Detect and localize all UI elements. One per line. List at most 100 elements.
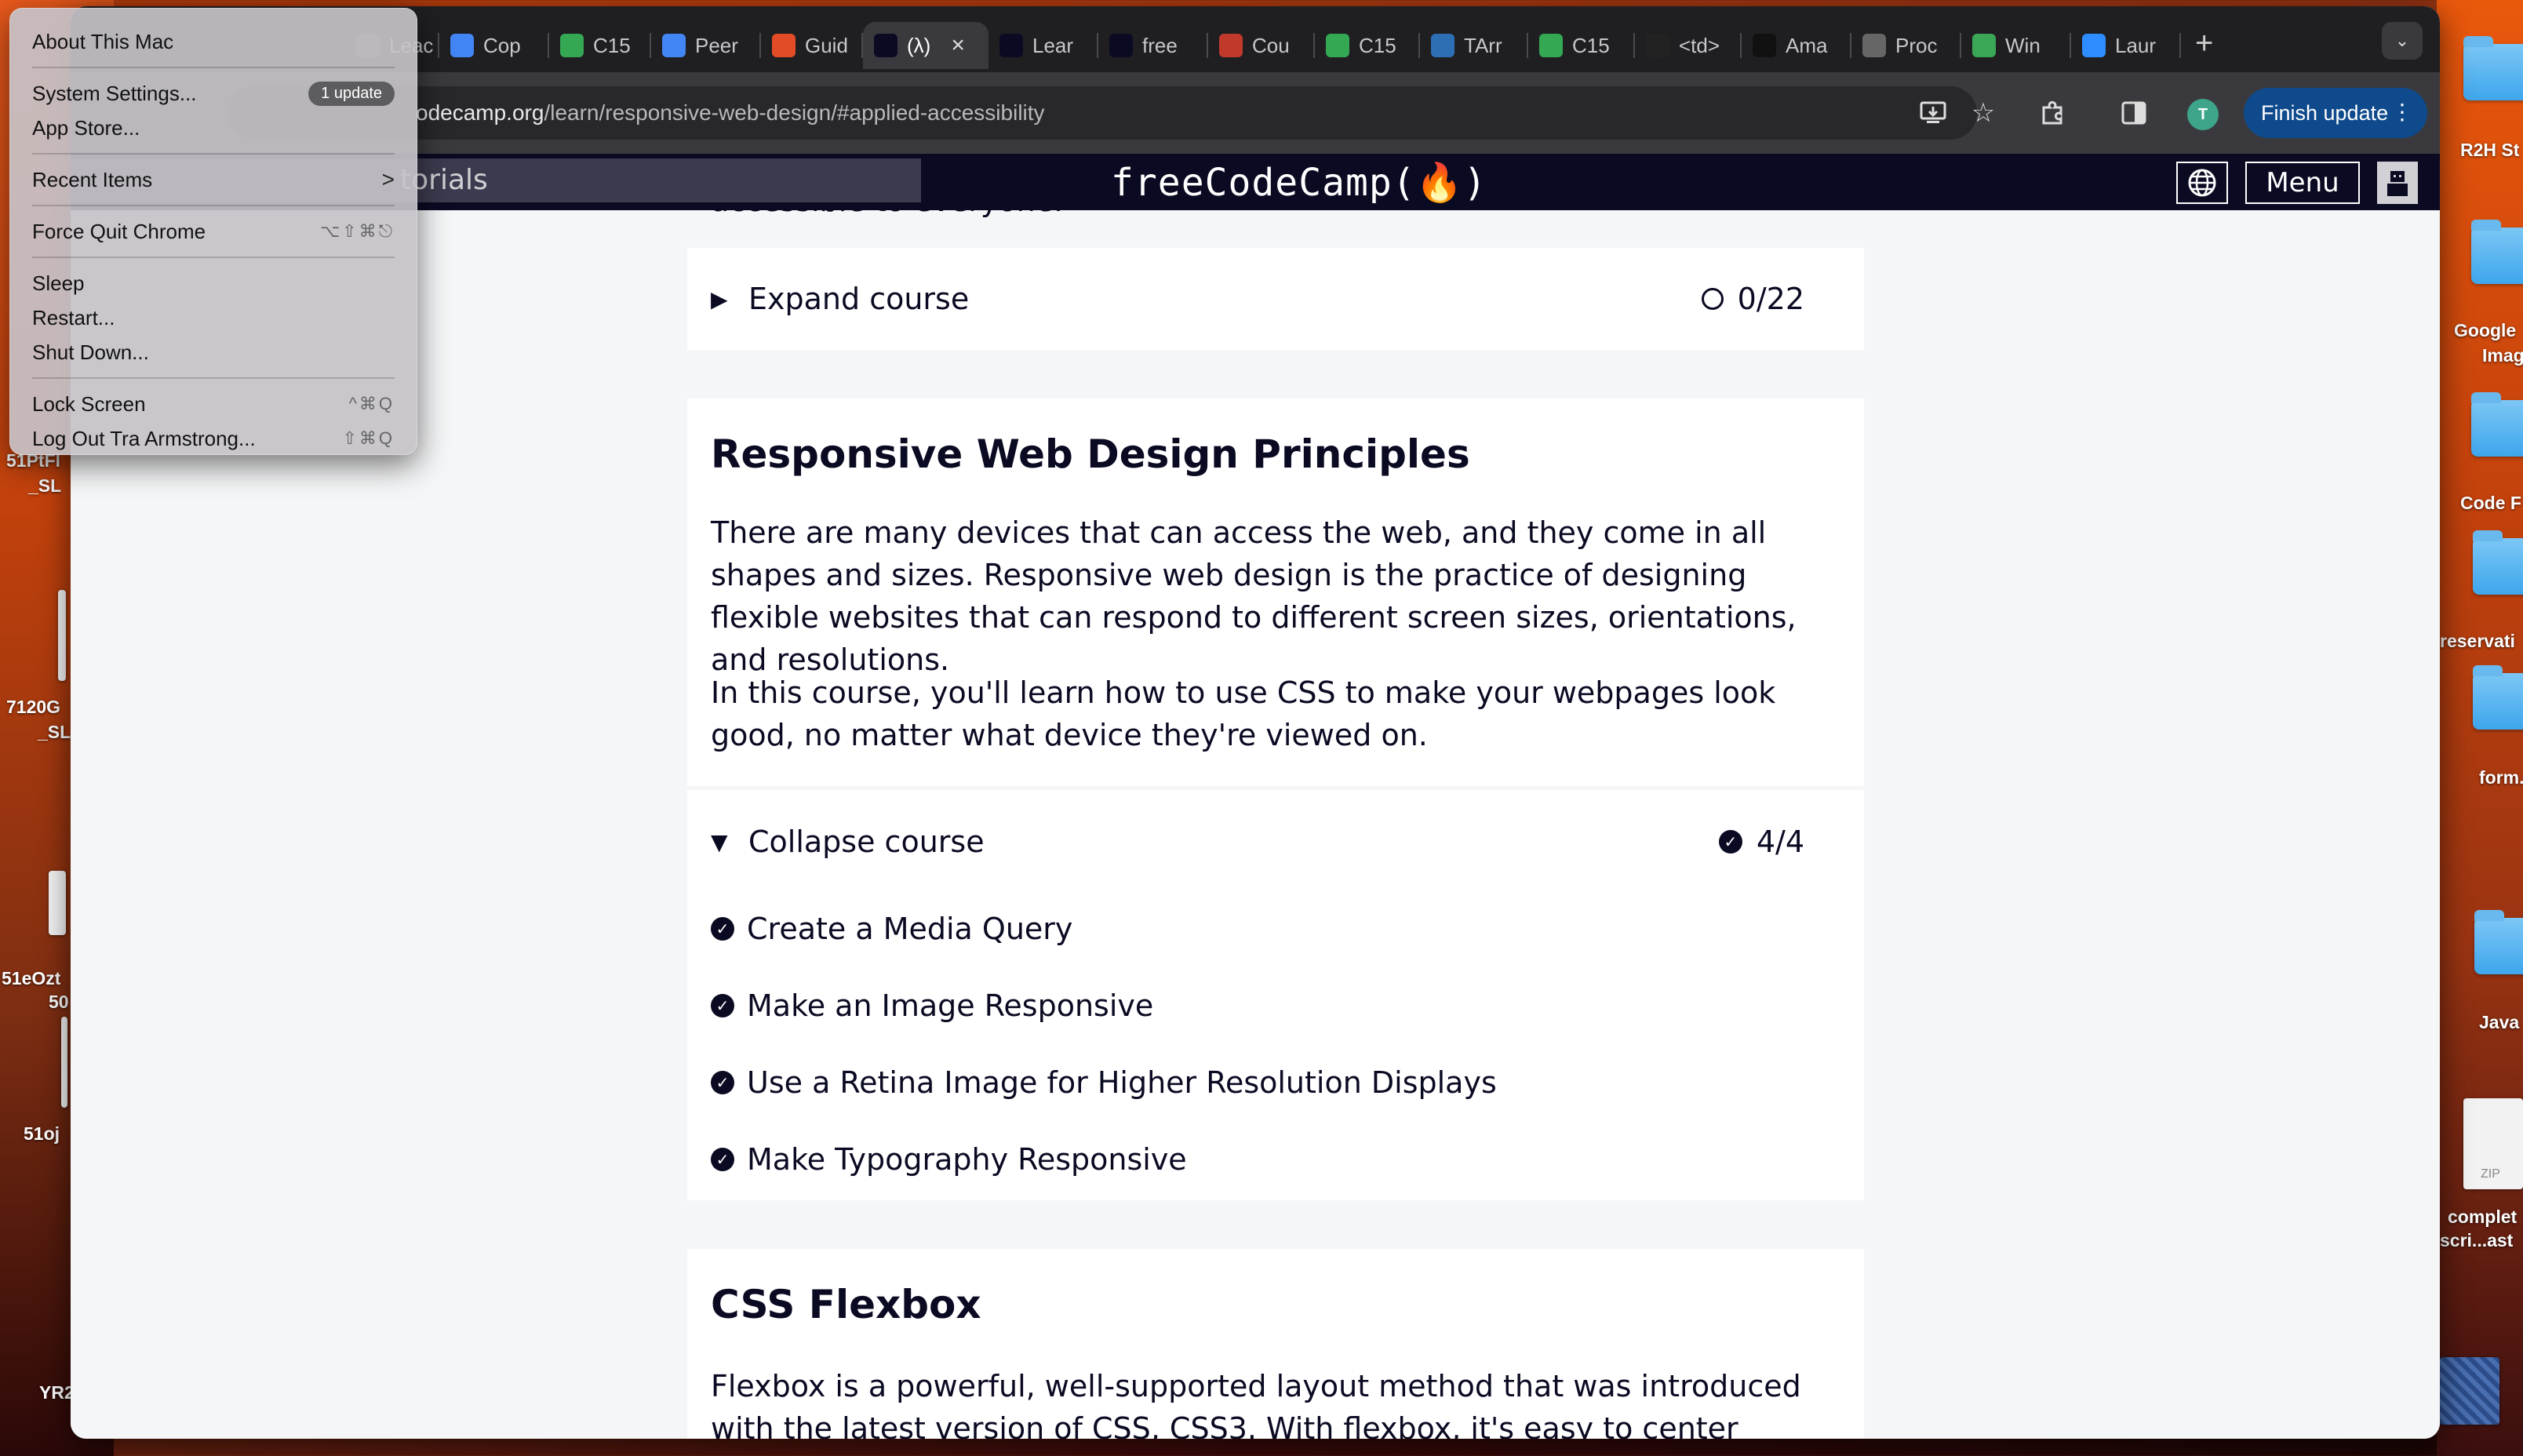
menu-item-restart[interactable]: Restart...: [32, 302, 395, 333]
menu-item-force-quit[interactable]: Force Quit Chrome ⌥⇧⌘⎋: [32, 216, 395, 247]
challenge-link[interactable]: ✓ Use a Retina Image for Higher Resoluti…: [711, 1059, 1497, 1106]
address-bar[interactable]: odecamp.org/learn/responsive-web-design/…: [228, 86, 1977, 140]
menu-item-system-settings[interactable]: System Settings... 1 update: [32, 78, 395, 109]
language-globe-icon[interactable]: [2176, 162, 2228, 204]
browser-tab[interactable]: Cou: [1208, 22, 1315, 69]
finish-update-button[interactable]: Finish update ⋮: [2244, 88, 2427, 138]
menu-shortcut: ^⌘Q: [348, 394, 395, 413]
freecodecamp-icon: [874, 34, 897, 57]
expand-course-label: Expand course: [748, 282, 970, 316]
desktop-folder-label[interactable]: Code F: [2460, 491, 2521, 515]
course-title[interactable]: Responsive Web Design Principles: [711, 431, 1470, 477]
desktop-file-label[interactable]: _SL: [28, 474, 61, 497]
tab-search-chevron-icon[interactable]: ⌄: [2382, 22, 2423, 60]
desktop-file-label[interactable]: scri...ast: [2440, 1228, 2513, 1252]
install-app-icon[interactable]: [1916, 96, 1950, 130]
fcc-logo[interactable]: freeCodeCamp(🔥): [1111, 160, 1487, 205]
desktop-file-thumbnail[interactable]: [58, 590, 66, 681]
browser-tab[interactable]: C15: [1315, 22, 1420, 69]
extensions-puzzle-icon[interactable]: [2035, 96, 2070, 130]
bookmark-star-icon[interactable]: ☆: [1966, 96, 2001, 130]
desktop-folder-icon[interactable]: [2473, 530, 2523, 595]
menu-item-app-store[interactable]: App Store...: [32, 112, 395, 144]
desktop-folder-icon[interactable]: [2473, 665, 2523, 730]
css-flexbox-card: CSS Flexbox Flexbox is a powerful, well-…: [687, 1249, 1864, 1439]
desktop-file-label[interactable]: _SL: [38, 720, 71, 744]
menu-item-sleep[interactable]: Sleep: [32, 268, 395, 299]
desktop-folder-icon[interactable]: [2471, 220, 2523, 284]
challenge-link[interactable]: ✓ Make Typography Responsive: [711, 1136, 1187, 1183]
browser-tab[interactable]: Cop: [439, 22, 549, 69]
collapse-course-label: Collapse course: [748, 824, 985, 859]
browser-tab[interactable]: C15: [549, 22, 651, 69]
tab-separator: [2179, 33, 2181, 58]
desktop-file-label[interactable]: complet: [2448, 1205, 2517, 1228]
profile-avatar[interactable]: T: [2187, 99, 2219, 130]
tab-title: Guid: [805, 33, 848, 57]
desktop-folder-label[interactable]: form.: [2479, 766, 2523, 789]
desktop-folder-label[interactable]: reservati: [2440, 629, 2515, 653]
desktop-file-label[interactable]: 7120G: [6, 695, 60, 719]
check-circle-icon: ✓: [711, 917, 734, 941]
collapse-course-button[interactable]: ▼ Collapse course ✓ 4/4: [711, 816, 1804, 868]
desktop-folder-icon[interactable]: [2463, 36, 2523, 100]
desktop-folder-label[interactable]: Java: [2479, 1010, 2519, 1034]
desktop-folder-icon[interactable]: [2474, 910, 2523, 974]
tab-title: C15: [593, 33, 631, 57]
new-tab-plus-icon[interactable]: +: [2195, 26, 2213, 61]
course-site-icon: [1219, 34, 1243, 57]
menu-item-about-this-mac[interactable]: About This Mac: [32, 26, 395, 57]
zoom-icon: [2082, 34, 2106, 57]
menu-shortcut: ⇧⌘Q: [342, 428, 395, 448]
desktop-folder-icon[interactable]: [2471, 392, 2523, 457]
tab-title: TArr: [1464, 33, 1502, 57]
browser-tab[interactable]: C15: [1528, 22, 1635, 69]
desktop-folder-label[interactable]: Google: [2454, 318, 2516, 342]
browser-tab[interactable]: Proc: [1851, 22, 1961, 69]
browser-tab[interactable]: Lear: [988, 22, 1098, 69]
desktop-file-label[interactable]: 50: [49, 990, 69, 1014]
chrome-window: LeacCopC15PeerGuid(λ)×LearfreeCouC15TArr…: [71, 6, 2440, 1439]
tab-title: Peer: [695, 33, 738, 57]
menu-item-lock-screen[interactable]: Lock Screen ^⌘Q: [32, 388, 395, 420]
course-description: In this course, you'll learn how to use …: [711, 675, 1776, 752]
desktop-folder-label[interactable]: Imag: [2482, 344, 2523, 367]
browser-tab[interactable]: Ama: [1742, 22, 1851, 69]
menu-item-log-out[interactable]: Log Out Tra Armstrong... ⇧⌘Q: [32, 423, 395, 454]
tab-title: free: [1142, 33, 1178, 57]
desktop-image-thumbnail[interactable]: [2440, 1357, 2499, 1425]
previous-description-fragment: accessible to everyone.: [711, 210, 1063, 218]
close-tab-icon[interactable]: ×: [951, 32, 965, 59]
google-sheets-icon: [1539, 34, 1563, 57]
browser-tab[interactable]: free: [1098, 22, 1208, 69]
desktop-file-label[interactable]: 51eOzt: [2, 966, 60, 990]
fcc-menu-button[interactable]: Menu: [2245, 162, 2360, 204]
menu-item-recent-items[interactable]: Recent Items >: [32, 164, 395, 195]
browser-tab[interactable]: (λ) ×: [863, 22, 988, 69]
tab-title: Proc: [1895, 33, 1938, 57]
google-docs-icon: [662, 34, 686, 57]
menu-item-shut-down[interactable]: Shut Down...: [32, 337, 395, 368]
menu-separator: [32, 153, 395, 155]
browser-tab[interactable]: <td>: [1635, 22, 1742, 69]
challenge-link[interactable]: ✓ Make an Image Responsive: [711, 982, 1153, 1029]
desktop-folder-label[interactable]: R2H St: [2460, 138, 2519, 162]
browser-tab[interactable]: Win: [1961, 22, 2071, 69]
browser-tab[interactable]: Laur: [2071, 22, 2181, 69]
w-site-icon: [1972, 34, 1996, 57]
zip-file-icon[interactable]: ZIP: [2463, 1098, 2523, 1189]
course-title[interactable]: CSS Flexbox: [711, 1282, 981, 1327]
browser-tab[interactable]: Peer: [651, 22, 761, 69]
menu-item-label: System Settings...: [32, 81, 197, 105]
menu-item-label: Force Quit Chrome: [32, 219, 206, 243]
browser-tab[interactable]: Guid: [761, 22, 863, 69]
side-panel-icon[interactable]: [2117, 96, 2151, 130]
desktop-file-label[interactable]: 51oj: [24, 1122, 60, 1145]
desktop-file-thumbnail[interactable]: [61, 1017, 67, 1108]
desktop-file-thumbnail[interactable]: [49, 871, 66, 935]
tab-title: C15: [1572, 33, 1610, 57]
expand-course-button[interactable]: ▶ Expand course 0/22: [711, 273, 1804, 325]
user-avatar-icon[interactable]: [2377, 162, 2418, 204]
browser-tab[interactable]: TArr: [1420, 22, 1528, 69]
challenge-link[interactable]: ✓ Create a Media Query: [711, 905, 1072, 952]
